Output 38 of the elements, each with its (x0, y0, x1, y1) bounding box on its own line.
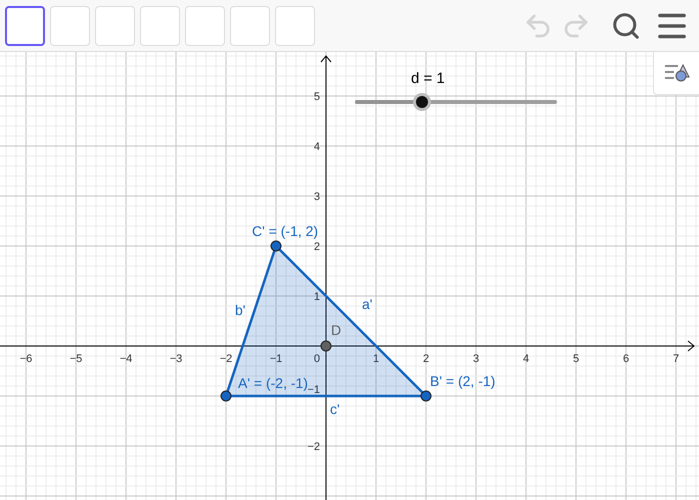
point[interactable] (420, 390, 432, 402)
x-tick-label: 7 (672, 353, 680, 365)
segment-label: b' (235, 302, 246, 318)
x-tick-label: −6 (20, 353, 32, 365)
x-tick-label: 6 (622, 353, 630, 365)
point-label: C' = (-1, 2) (252, 223, 318, 239)
segment-label: c' (330, 401, 340, 417)
slider-label: d = 1 (411, 70, 445, 87)
y-tick-label: 5 (314, 91, 320, 103)
x-tick-label: −1 (270, 353, 282, 365)
y-tick-label: 1 (314, 291, 320, 303)
shapes-icon (664, 63, 690, 83)
point-label: B' = (2, -1) (430, 373, 496, 389)
x-tick-label: 4 (522, 353, 530, 365)
style-bar-button[interactable] (653, 52, 699, 95)
point-label: D (331, 322, 342, 338)
x-tick-label: 5 (572, 353, 580, 365)
segment-label: a' (362, 296, 372, 312)
x-tick-label: −3 (170, 353, 182, 365)
x-tick-label: 2 (422, 353, 430, 365)
search-icon (611, 10, 641, 40)
y-tick-label: −1 (307, 384, 320, 396)
x-tick-label: 1 (372, 353, 380, 365)
point[interactable] (320, 340, 332, 352)
x-tick-label: −5 (70, 353, 82, 365)
y-tick-label: 2 (314, 241, 320, 253)
tool-button[interactable] (5, 6, 45, 46)
y-tick-label: −2 (307, 441, 320, 453)
x-tick-label: −4 (120, 353, 132, 365)
point[interactable] (220, 390, 232, 402)
y-tick-label: 3 (314, 191, 320, 203)
y-tick-label: 4 (314, 141, 320, 153)
point-label: A' = (-2, -1) (238, 375, 308, 391)
x-tick-label: −2 (220, 353, 232, 365)
origin-label: 0 (314, 353, 320, 365)
slider-thumb[interactable] (412, 93, 431, 111)
x-tick-label: 3 (472, 353, 480, 365)
point[interactable] (270, 240, 282, 252)
